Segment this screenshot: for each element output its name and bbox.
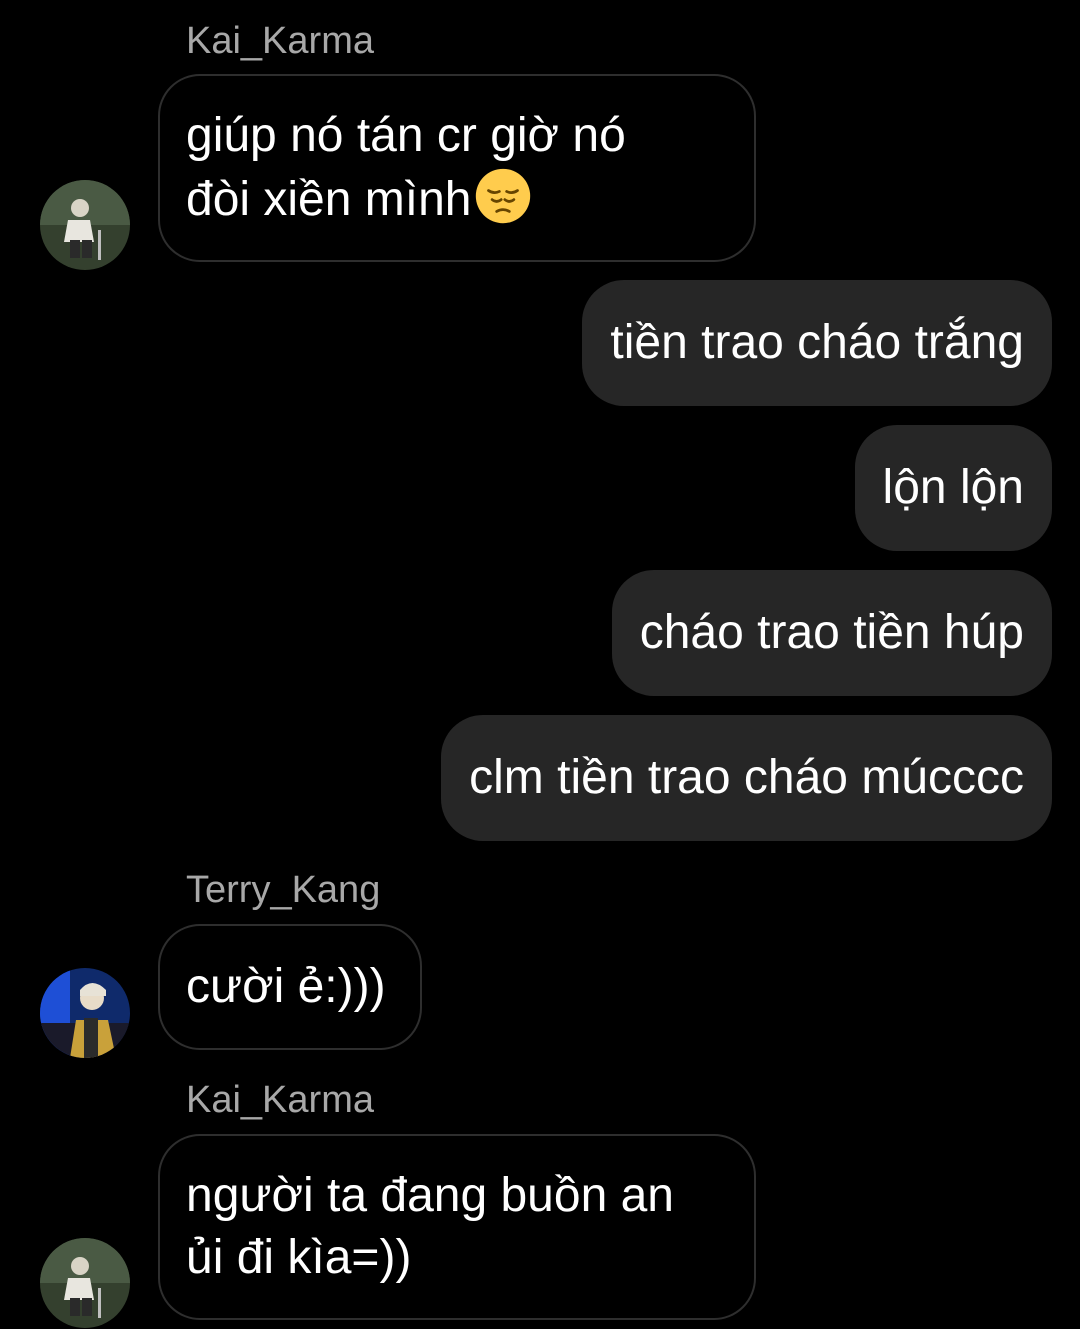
sender-name: Kai_Karma bbox=[186, 1079, 374, 1121]
incoming-message-bubble[interactable]: giúp nó tán cr giờ nó đòi xiền mình bbox=[158, 74, 756, 262]
avatar[interactable] bbox=[40, 968, 130, 1058]
message-text: người ta đang buồn an ủi đi kìa=)) bbox=[186, 1169, 674, 1284]
sender-name: Kai_Karma bbox=[186, 20, 374, 62]
message-text: cháo trao tiền húp bbox=[639, 606, 1024, 659]
incoming-message-bubble[interactable]: cười ẻ:))) bbox=[158, 924, 422, 1050]
sender-name: Terry_Kang bbox=[186, 869, 381, 911]
incoming-message-bubble[interactable]: người ta đang buồn an ủi đi kìa=)) bbox=[158, 1134, 756, 1320]
outgoing-message-bubble[interactable]: lộn lộn bbox=[854, 425, 1052, 551]
outgoing-message-bubble[interactable]: cháo trao tiền húp bbox=[611, 570, 1052, 696]
pensive-face-icon bbox=[474, 167, 532, 225]
message-text: lộn lộn bbox=[882, 461, 1024, 514]
message-text: clm tiền trao cháo múcccc bbox=[469, 751, 1024, 804]
outgoing-message-bubble[interactable]: tiền trao cháo trắng bbox=[582, 280, 1052, 406]
avatar[interactable] bbox=[40, 1238, 130, 1328]
outgoing-message-bubble[interactable]: clm tiền trao cháo múcccc bbox=[441, 715, 1052, 841]
avatar[interactable] bbox=[40, 180, 130, 270]
message-text: giúp nó tán cr giờ nó đòi xiền mình bbox=[186, 109, 626, 226]
message-text: tiền trao cháo trắng bbox=[610, 316, 1024, 369]
message-text: cười ẻ:))) bbox=[186, 960, 386, 1013]
